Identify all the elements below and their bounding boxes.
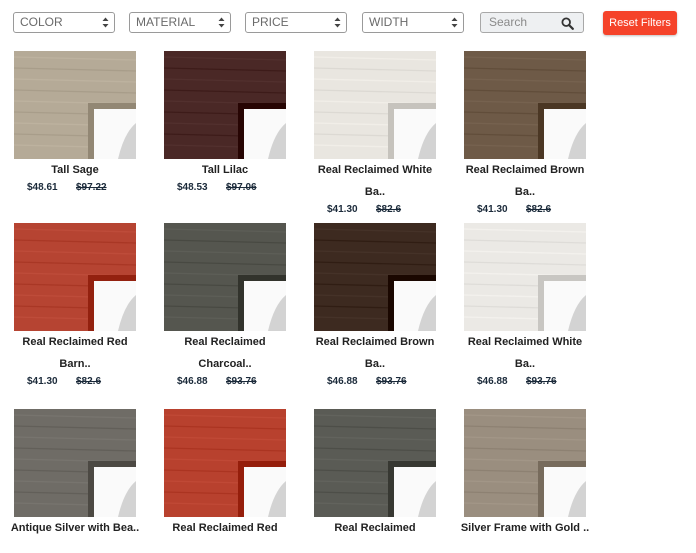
sale-price: $41.30 <box>27 376 58 387</box>
frame-sample-image[interactable] <box>14 51 136 159</box>
product-name-continued[interactable]: Barn.. <box>0 353 150 375</box>
search-icon[interactable] <box>561 17 574 30</box>
search-placeholder: Search <box>489 15 528 29</box>
color-filter-select[interactable]: COLOR <box>13 12 115 33</box>
product-name[interactable]: Real Reclaimed White <box>300 159 450 181</box>
product-name-continued[interactable]: Ba.. <box>450 181 600 203</box>
product-name-continued[interactable]: Ba.. <box>300 353 450 375</box>
product-name[interactable]: Silver Frame with Gold .. <box>450 517 600 539</box>
frame-sample-image[interactable] <box>464 51 586 159</box>
product-name[interactable]: Tall Lilac <box>150 159 300 181</box>
color-filter-label: COLOR <box>20 15 63 29</box>
original-price: $82.6 <box>526 204 552 215</box>
sale-price: $41.30 <box>327 204 358 215</box>
search-input[interactable]: Search <box>480 12 584 33</box>
frame-sample-image[interactable] <box>164 223 286 331</box>
frame-sample-image[interactable] <box>164 409 286 517</box>
material-filter-select[interactable]: MATERIAL <box>129 12 231 33</box>
product-name[interactable]: Real Reclaimed Red <box>150 517 300 539</box>
original-price: $93.76 <box>376 376 407 387</box>
select-arrows-icon <box>218 17 225 28</box>
width-filter-select[interactable]: WIDTH <box>362 12 464 33</box>
frame-sample-image[interactable] <box>14 223 136 331</box>
sale-price: $46.88 <box>327 376 358 387</box>
frame-sample-image[interactable] <box>464 223 586 331</box>
reset-filters-button[interactable]: Reset Filters <box>603 11 677 35</box>
original-price: $93.76 <box>526 376 557 387</box>
frame-sample-image[interactable] <box>314 51 436 159</box>
product-name[interactable]: Real Reclaimed Brown <box>450 159 600 181</box>
frame-sample-image[interactable] <box>314 409 436 517</box>
frame-sample-image[interactable] <box>464 409 586 517</box>
product-name-continued[interactable]: Ba.. <box>300 181 450 203</box>
original-price: $97.06 <box>226 182 257 193</box>
original-price: $82.6 <box>76 376 102 387</box>
product-name[interactable]: Tall Sage <box>0 159 150 181</box>
select-arrows-icon <box>102 17 109 28</box>
material-filter-label: MATERIAL <box>136 15 196 29</box>
frame-sample-image[interactable] <box>164 51 286 159</box>
frame-sample-image[interactable] <box>314 223 436 331</box>
price-filter-select[interactable]: PRICE <box>245 12 347 33</box>
product-name-continued[interactable]: Ba.. <box>450 353 600 375</box>
product-name[interactable]: Antique Silver with Bea.. <box>0 517 150 539</box>
price-filter-label: PRICE <box>252 15 289 29</box>
product-name[interactable]: Real Reclaimed Red <box>0 331 150 353</box>
original-price: $97.22 <box>76 182 107 193</box>
filter-bar: COLOR MATERIAL PRICE WIDTH Search Reset … <box>0 0 696 44</box>
product-name-continued[interactable]: Charcoal.. <box>150 353 300 375</box>
product-name[interactable]: Real Reclaimed Brown <box>300 331 450 353</box>
product-name[interactable]: Real Reclaimed <box>300 517 450 539</box>
original-price: $93.76 <box>226 376 257 387</box>
sale-price: $46.88 <box>177 376 208 387</box>
sale-price: $46.88 <box>477 376 508 387</box>
select-arrows-icon <box>334 17 341 28</box>
original-price: $82.6 <box>376 204 402 215</box>
frame-sample-image[interactable] <box>14 409 136 517</box>
product-name[interactable]: Real Reclaimed <box>150 331 300 353</box>
sale-price: $48.61 <box>27 182 58 193</box>
sale-price: $48.53 <box>177 182 208 193</box>
select-arrows-icon <box>451 17 458 28</box>
sale-price: $41.30 <box>477 204 508 215</box>
product-name[interactable]: Real Reclaimed White <box>450 331 600 353</box>
width-filter-label: WIDTH <box>369 15 409 29</box>
